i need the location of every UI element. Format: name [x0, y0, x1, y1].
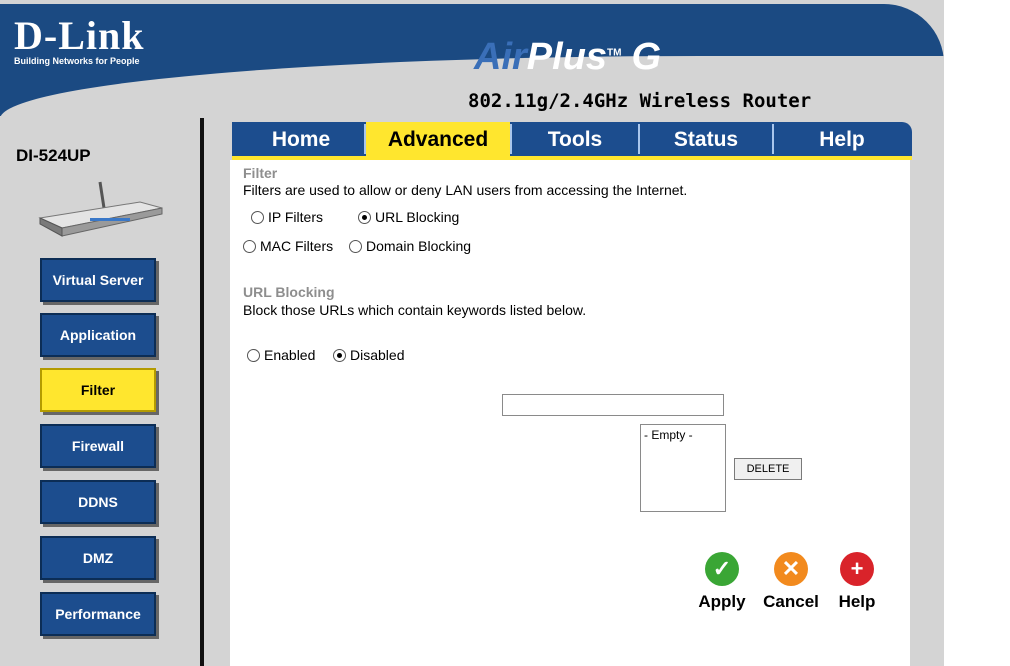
list-item[interactable]: - Empty - — [641, 425, 725, 445]
dlink-tagline: Building Networks for People — [14, 56, 140, 66]
filter-description: Filters are used to allow or deny LAN us… — [243, 182, 688, 198]
enabled-label: Enabled — [264, 347, 316, 363]
url-blocking-enabled-radio[interactable]: Enabled — [247, 347, 315, 363]
apply-button[interactable]: ✓ Apply — [696, 552, 748, 612]
tab-help[interactable]: Help — [774, 124, 910, 156]
sidebar-item-label: Virtual Server — [52, 272, 144, 288]
url-keyword-input[interactable] — [502, 394, 724, 416]
airplus-air: Air — [474, 36, 527, 78]
model-label: DI-524UP — [16, 146, 91, 165]
mac-filters-label: MAC Filters — [260, 238, 334, 254]
airplus-plus: Plus — [526, 36, 608, 78]
sidebar-item-application[interactable]: Application — [40, 313, 156, 357]
router-admin-frame: D-Link Building Networks for People AirP… — [0, 0, 944, 666]
cancel-label: Cancel — [763, 592, 819, 611]
plus-icon: + — [840, 552, 874, 586]
sidebar-item-label: DMZ — [82, 550, 114, 566]
radio-dot — [349, 239, 362, 253]
sidebar-item-filter[interactable]: Filter — [40, 368, 156, 412]
url-blocking-label: URL Blocking — [375, 209, 460, 225]
sidebar-item-performance[interactable]: Performance — [40, 592, 156, 636]
filter-section-title: Filter — [243, 165, 278, 181]
sidebar-item-dmz[interactable]: DMZ — [40, 536, 156, 580]
radio-dot — [358, 210, 371, 224]
airplus-g-logo: AirPlusTM G — [474, 36, 661, 79]
sidebar-item-label: Firewall — [71, 438, 125, 454]
domain-blocking-label: Domain Blocking — [366, 238, 472, 254]
radio-dot — [333, 348, 346, 362]
ip-filters-radio[interactable]: IP Filters — [251, 209, 323, 225]
router-device-image — [38, 181, 163, 237]
radio-dot — [247, 348, 260, 362]
tab-status[interactable]: Status — [640, 124, 772, 156]
help-label: Help — [838, 592, 876, 611]
airplus-tm: TM — [607, 47, 622, 59]
product-line: 802.11g/2.4GHz Wireless Router — [468, 90, 812, 112]
sidebar-item-virtual-server[interactable]: Virtual Server — [40, 258, 156, 302]
dlink-logo: D-Link — [14, 13, 145, 58]
checkmark-icon: ✓ — [705, 552, 739, 586]
sidebar-item-label: Application — [59, 327, 137, 343]
url-blocking-section-title: URL Blocking — [243, 284, 335, 300]
url-blocking-description: Block those URLs which contain keywords … — [243, 302, 587, 318]
sidebar-item-firewall[interactable]: Firewall — [40, 424, 156, 468]
mac-filters-radio[interactable]: MAC Filters — [243, 238, 333, 254]
delete-button[interactable]: DELETE — [734, 458, 802, 480]
sidebar-item-label: DDNS — [78, 494, 118, 510]
airplus-g: G — [631, 36, 662, 78]
url-blocking-disabled-radio[interactable]: Disabled — [333, 347, 404, 363]
sidebar-item-label: Filter — [80, 382, 116, 398]
domain-blocking-radio[interactable]: Domain Blocking — [349, 238, 471, 254]
tab-advanced[interactable]: Advanced — [366, 122, 510, 158]
apply-label: Apply — [698, 592, 746, 611]
tab-tools[interactable]: Tools — [512, 124, 638, 156]
url-blocking-radio[interactable]: URL Blocking — [358, 209, 459, 225]
disabled-label: Disabled — [350, 347, 405, 363]
sidebar-item-label: Performance — [55, 606, 141, 622]
sidebar-item-ddns[interactable]: DDNS — [40, 480, 156, 524]
radio-dot — [243, 239, 256, 253]
cancel-x-icon: ✕ — [774, 552, 808, 586]
radio-dot — [251, 210, 264, 224]
help-button[interactable]: + Help — [834, 552, 880, 612]
ip-filters-label: IP Filters — [268, 209, 323, 225]
sidebar-divider — [200, 118, 204, 666]
cancel-button[interactable]: ✕ Cancel — [760, 552, 822, 612]
url-keyword-list[interactable]: - Empty - — [640, 424, 726, 512]
tab-home[interactable]: Home — [238, 124, 364, 156]
